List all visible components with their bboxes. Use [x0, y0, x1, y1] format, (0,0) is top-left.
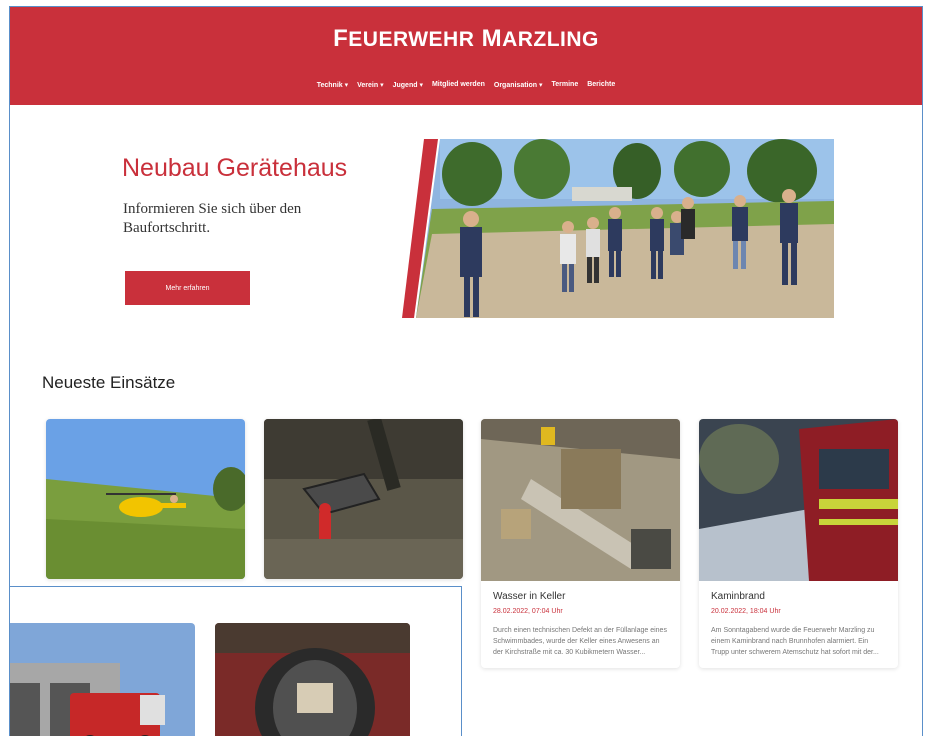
incident-image-helicopter	[46, 419, 245, 579]
hero-image	[402, 139, 834, 318]
more-info-button[interactable]: Mehr erfahren	[125, 271, 250, 305]
incident-title[interactable]: Kaminbrand	[711, 591, 886, 602]
incident-card[interactable]	[46, 419, 245, 579]
nav-termine[interactable]: Termine	[552, 81, 579, 89]
title-rest-marzling: ARZLING	[502, 28, 599, 51]
incident-card[interactable]: Wasser in Keller 28.02.2022, 07:04 Uhr D…	[481, 419, 680, 668]
nav-technik[interactable]: Technik ▾	[317, 81, 348, 89]
site-header: FEUERWEHR MARZLING Technik ▾ Verein ▾ Ju…	[10, 7, 922, 105]
nav-jugend[interactable]: Jugend ▾	[393, 81, 423, 89]
nav-berichte[interactable]: Berichte	[587, 81, 615, 89]
site-title[interactable]: FEUERWEHR MARZLING	[10, 25, 922, 53]
incident-title[interactable]: Wasser in Keller	[493, 591, 668, 602]
incident-card[interactable]: Kaminbrand 20.02.2022, 18:04 Uhr Am Sonn…	[699, 419, 898, 668]
rescue-boat-image[interactable]	[215, 623, 410, 736]
incident-card[interactable]	[264, 419, 463, 579]
incident-date: 28.02.2022, 07:04 Uhr	[493, 608, 563, 615]
incident-image-water-cellar	[481, 419, 680, 581]
nav-organisation[interactable]: Organisation ▾	[494, 81, 543, 89]
nav-mitglied-werden[interactable]: Mitglied werden	[432, 81, 485, 89]
title-letter-f: F	[333, 25, 349, 52]
fire-station-image[interactable]	[10, 623, 195, 736]
incident-image-hydrant	[264, 419, 463, 579]
main-nav: Technik ▾ Verein ▾ Jugend ▾ Mitglied wer…	[10, 81, 922, 89]
title-letter-m: M	[481, 25, 503, 52]
nav-verein[interactable]: Verein ▾	[357, 81, 383, 89]
overlay-viewport	[10, 586, 462, 736]
section-title: Neueste Einsätze	[42, 373, 176, 392]
hero-subtitle: Informieren Sie sich über den Baufortsch…	[123, 201, 302, 236]
incident-image-chimney-fire	[699, 419, 898, 581]
incident-excerpt: Durch einen technischen Defekt an der Fü…	[493, 627, 667, 656]
incident-date: 20.02.2022, 18:04 Uhr	[711, 608, 781, 615]
title-rest-feuerwehr: EUERWEHR	[348, 28, 475, 51]
hero-title: Neubau Gerätehaus	[122, 154, 348, 182]
incident-excerpt: Am Sonntagabend wurde die Feuerwehr Marz…	[711, 627, 879, 656]
browser-viewport: FEUERWEHR MARZLING Technik ▾ Verein ▾ Ju…	[9, 6, 923, 736]
